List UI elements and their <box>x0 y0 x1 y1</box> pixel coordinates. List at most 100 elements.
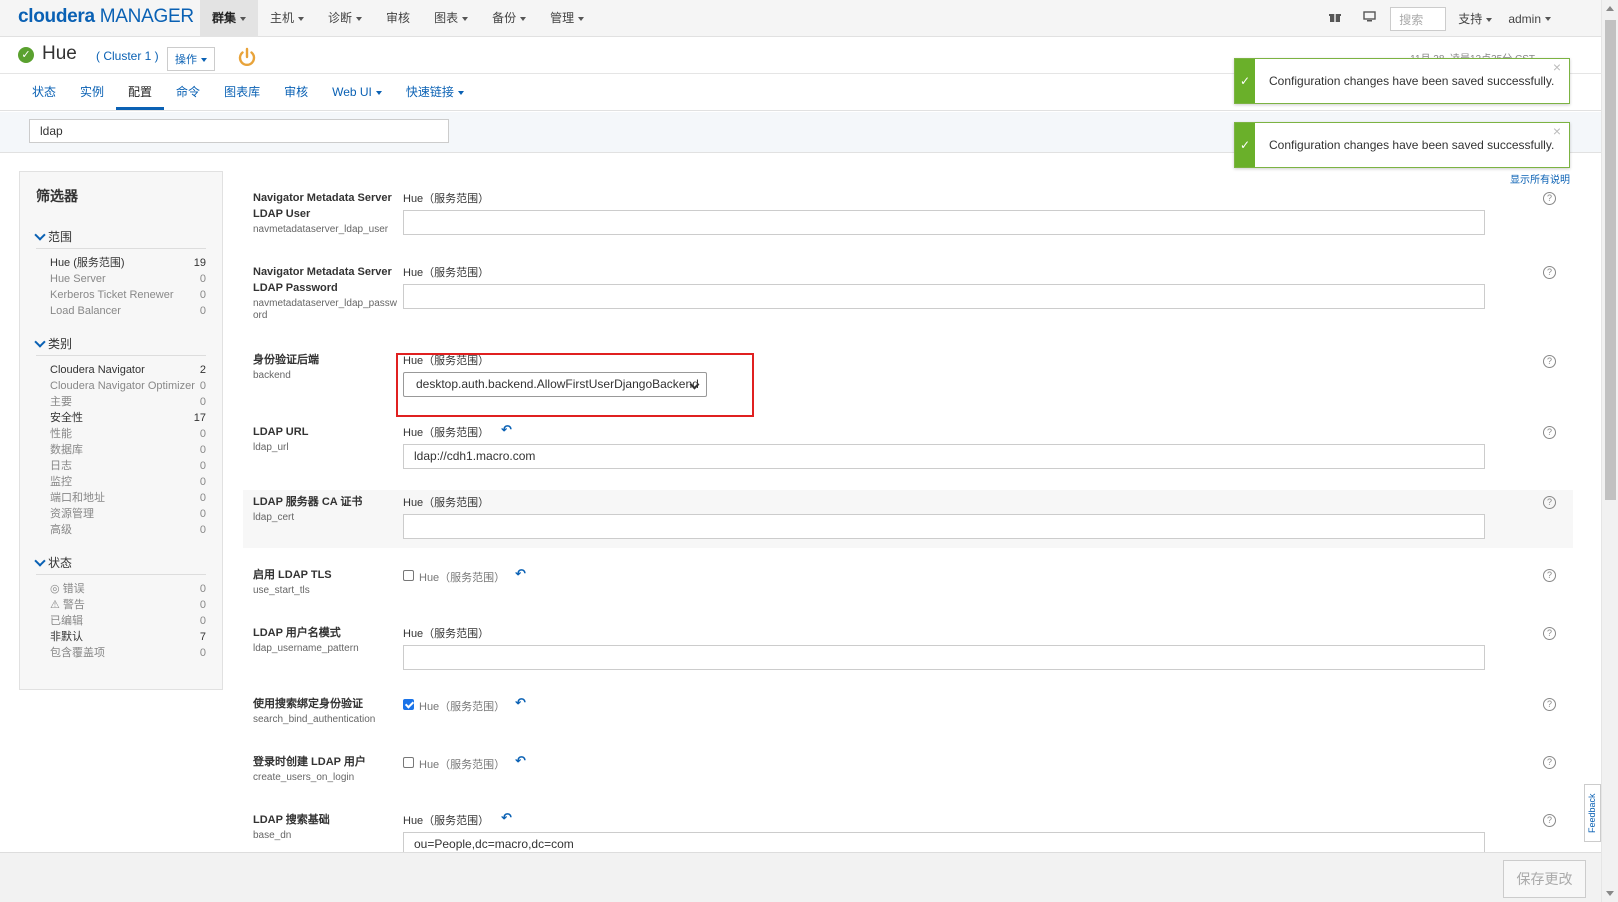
help-icon[interactable]: ? <box>1543 627 1556 640</box>
config-row: 登录时创建 LDAP 用户 create_users_on_login Hue（… <box>243 752 1573 792</box>
close-icon[interactable]: × <box>1553 123 1561 139</box>
config-key: search_bind_authentication <box>253 714 376 725</box>
text-input[interactable] <box>403 645 1485 670</box>
nav-hosts[interactable]: 主机 <box>258 0 316 37</box>
tab-audits[interactable]: 审核 <box>272 75 320 110</box>
search-bind-checkbox[interactable] <box>403 699 414 710</box>
section-category[interactable]: 类别 <box>34 335 206 356</box>
filter-item[interactable]: 监控 0 <box>36 474 206 490</box>
filter-item[interactable]: 高级 0 <box>36 522 206 538</box>
password-input[interactable] <box>403 284 1485 309</box>
filter-item[interactable]: 端口和地址 0 <box>36 490 206 506</box>
text-input[interactable] <box>403 514 1485 539</box>
scope-label: Hue（服务范围） <box>403 267 490 279</box>
undo-icon[interactable]: ↶ <box>501 810 512 826</box>
show-all-descriptions-link[interactable]: 显示所有说明 <box>1510 171 1570 186</box>
tab-status[interactable]: 状态 <box>20 75 68 110</box>
filter-item[interactable]: ⚠ 警告 0 <box>36 597 206 613</box>
filter-item[interactable]: Cloudera Navigator 2 <box>36 362 206 378</box>
filter-item[interactable]: 性能 0 <box>36 426 206 442</box>
help-icon[interactable]: ? <box>1543 192 1556 205</box>
caret-down-icon <box>520 16 527 21</box>
cloudera-logo[interactable]: cloudera MANAGER <box>18 6 194 28</box>
scrollbar-thumb[interactable] <box>1605 20 1616 500</box>
cluster-link[interactable]: ( Cluster 1 ) <box>96 49 159 63</box>
help-icon[interactable]: ? <box>1543 814 1556 827</box>
filter-item[interactable]: 包含覆盖项 0 <box>36 645 206 661</box>
config-key: ord <box>253 310 268 321</box>
filter-item[interactable]: Load Balancer 0 <box>36 303 206 319</box>
feedback-tab[interactable]: Feedback <box>1584 784 1601 842</box>
filter-item[interactable]: Hue Server 0 <box>36 271 206 287</box>
tab-configuration[interactable]: 配置 <box>116 75 165 110</box>
section-scope[interactable]: 范围 <box>34 228 206 249</box>
tls-checkbox[interactable] <box>403 570 414 581</box>
help-icon[interactable]: ? <box>1543 426 1556 439</box>
undo-icon[interactable]: ↶ <box>515 753 526 769</box>
actions-button[interactable]: 操作 <box>167 47 215 71</box>
help-icon[interactable]: ? <box>1543 569 1556 582</box>
tab-quick-links[interactable]: 快速链接 <box>394 75 476 110</box>
scroll-down-icon[interactable] <box>1606 891 1614 896</box>
help-icon[interactable]: ? <box>1543 266 1556 279</box>
scope-label: Hue（服务范围） <box>403 815 490 827</box>
scrollbar[interactable] <box>1601 0 1618 902</box>
nav-right: 搜索 支持 admin <box>1318 0 1601 37</box>
filter-item[interactable]: Hue (服务范围) 19 <box>36 255 206 271</box>
tab-charts-library[interactable]: 图表库 <box>212 75 272 110</box>
tab-commands[interactable]: 命令 <box>164 75 212 110</box>
scope-label: Hue（服务范围） <box>403 497 490 509</box>
tab-web-ui[interactable]: Web UI <box>320 75 394 110</box>
help-icon[interactable]: ? <box>1543 698 1556 711</box>
undo-icon[interactable]: ↶ <box>515 695 526 711</box>
undo-icon[interactable]: ↶ <box>515 566 526 582</box>
text-input[interactable]: ldap://cdh1.macro.com <box>403 444 1485 469</box>
config-label: 启用 LDAP TLS <box>253 569 332 581</box>
help-icon[interactable]: ? <box>1543 355 1556 368</box>
power-icon[interactable] <box>236 46 258 68</box>
tab-instances[interactable]: 实例 <box>68 75 116 110</box>
nav-charts[interactable]: 图表 <box>422 0 480 37</box>
nav-diagnostics[interactable]: 诊断 <box>316 0 374 37</box>
gift-icon[interactable] <box>1325 9 1345 29</box>
config-key: navmetadataserver_ldap_passw <box>253 298 397 309</box>
help-icon[interactable]: ? <box>1543 756 1556 769</box>
text-input[interactable]: ou=People,dc=macro,dc=com <box>403 832 1485 852</box>
config-row: 使用搜索绑定身份验证 search_bind_authentication Hu… <box>243 694 1573 734</box>
filter-item[interactable]: 日志 0 <box>36 458 206 474</box>
check-icon: ✓ <box>1235 123 1255 167</box>
caret-down-icon <box>462 16 469 21</box>
service-name[interactable]: Hue <box>42 43 77 65</box>
config-search-input[interactable]: ldap <box>29 119 449 143</box>
scroll-up-icon[interactable] <box>1606 6 1614 11</box>
filter-item[interactable]: 安全性 17 <box>36 410 206 426</box>
save-changes-button[interactable]: 保存更改 <box>1503 860 1586 898</box>
filter-item[interactable]: 非默认 7 <box>36 629 206 645</box>
filter-item[interactable]: Cloudera Navigator Optimizer 0 <box>36 378 206 394</box>
support-menu[interactable]: 支持 <box>1458 10 1493 27</box>
filter-item[interactable]: 资源管理 0 <box>36 506 206 522</box>
monitor-icon[interactable] <box>1359 9 1379 29</box>
search-input[interactable]: 搜索 <box>1390 6 1447 31</box>
config-row: LDAP 搜索基础 base_dn Hue（服务范围） ↶ ou=People,… <box>243 810 1573 852</box>
section-status[interactable]: 状态 <box>34 554 206 575</box>
undo-icon[interactable]: ↶ <box>501 422 512 438</box>
config-label: LDAP 服务器 CA 证书 <box>253 496 363 508</box>
nav-audits[interactable]: 审核 <box>374 0 422 37</box>
nav-backup[interactable]: 备份 <box>480 0 538 37</box>
filter-item[interactable]: ◎ 错误 0 <box>36 581 206 597</box>
nav-clusters[interactable]: 群集 <box>200 0 259 37</box>
user-menu[interactable]: admin <box>1508 12 1551 26</box>
filter-item[interactable]: 数据库 0 <box>36 442 206 458</box>
nav-administration[interactable]: 管理 <box>538 0 596 37</box>
check-icon: ✓ <box>1235 59 1255 103</box>
text-input[interactable] <box>403 210 1485 235</box>
close-icon[interactable]: × <box>1553 59 1561 75</box>
filter-item[interactable]: 已编辑 0 <box>36 613 206 629</box>
create-users-checkbox[interactable] <box>403 757 414 768</box>
filter-item[interactable]: 主要 0 <box>36 394 206 410</box>
config-key: navmetadataserver_ldap_user <box>253 224 389 235</box>
help-icon[interactable]: ? <box>1543 496 1556 509</box>
config-label: LDAP 用户名模式 <box>253 627 341 639</box>
filter-item[interactable]: Kerberos Ticket Renewer 0 <box>36 287 206 303</box>
